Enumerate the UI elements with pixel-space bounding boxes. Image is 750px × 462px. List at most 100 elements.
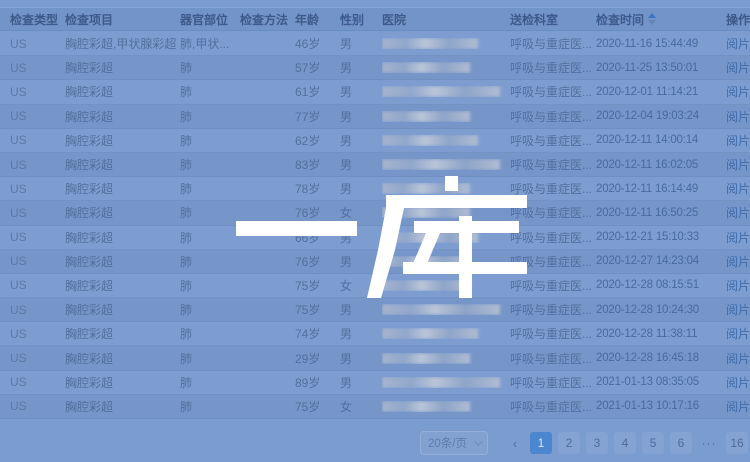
view-images-link[interactable]: 阅片 <box>726 376 750 390</box>
cell-gender: 男 <box>340 180 382 197</box>
cell-exam-time: 2020-12-28 11:38:11 <box>596 328 726 340</box>
cell-department: 呼吸与重症医... <box>510 204 596 221</box>
view-images-link[interactable]: 阅片 <box>726 352 750 366</box>
page-size-select[interactable]: 20条/页 <box>420 431 488 455</box>
cell-hospital-redacted <box>382 232 510 243</box>
view-images-link[interactable]: 阅片 <box>726 400 750 414</box>
cell-action: 阅片 <box>726 325 750 342</box>
cell-gender: 男 <box>340 350 382 367</box>
table-row: US胸腔彩超肺83岁男呼吸与重症医...2020-12-11 16:02:05阅… <box>0 153 750 177</box>
cell-exam-type: US <box>0 37 65 51</box>
page-button-1[interactable]: 1 <box>530 432 552 454</box>
sort-caret-down-icon[interactable] <box>648 20 656 25</box>
cell-exam-type: US <box>0 254 65 268</box>
cell-exam-item: 胸腔彩超 <box>65 108 180 125</box>
cell-exam-type: US <box>0 206 65 220</box>
cell-exam-time: 2020-12-11 16:02:05 <box>596 159 726 171</box>
col-header-method: 检查方法 <box>240 11 295 28</box>
cell-gender: 男 <box>340 35 382 52</box>
view-images-link[interactable]: 阅片 <box>726 37 750 51</box>
redacted-hospital-name <box>382 159 500 170</box>
cell-department: 呼吸与重症医... <box>510 277 596 294</box>
cell-hospital-redacted <box>382 135 510 146</box>
view-images-link[interactable]: 阅片 <box>726 134 750 148</box>
table-row: US胸腔彩超肺74岁男呼吸与重症医...2020-12-28 11:38:11阅… <box>0 322 750 346</box>
table-row: US胸腔彩超肺89岁男呼吸与重症医...2021-01-13 08:35:05阅… <box>0 371 750 395</box>
redacted-hospital-name <box>382 328 478 339</box>
cell-department: 呼吸与重症医... <box>510 350 596 367</box>
view-images-link[interactable]: 阅片 <box>726 255 750 269</box>
view-images-link[interactable]: 阅片 <box>726 110 750 124</box>
page-button-5[interactable]: 5 <box>642 432 664 454</box>
cell-gender: 男 <box>340 156 382 173</box>
chevron-down-icon <box>474 437 482 445</box>
view-images-link[interactable]: 阅片 <box>726 158 750 172</box>
view-images-link[interactable]: 阅片 <box>726 206 750 220</box>
cell-department: 呼吸与重症医... <box>510 180 596 197</box>
table-header: 检查类型 检查项目 器官部位 检查方法 年龄 性别 医院 送检科室 检查时间 操… <box>0 7 750 31</box>
cell-action: 阅片 <box>726 59 750 76</box>
cell-action: 阅片 <box>726 83 750 100</box>
table-row: US胸腔彩超肺78岁男呼吸与重症医...2020-12-11 16:14:49阅… <box>0 177 750 201</box>
cell-gender: 男 <box>340 253 382 270</box>
cell-organ: 肺 <box>180 301 240 318</box>
view-images-link[interactable]: 阅片 <box>726 303 750 317</box>
cell-age: 74岁 <box>295 325 340 342</box>
cell-organ: 肺 <box>180 277 240 294</box>
redacted-hospital-name <box>382 232 478 243</box>
redacted-hospital-name <box>382 353 470 364</box>
cell-age: 57岁 <box>295 59 340 76</box>
sort-carets[interactable] <box>648 13 656 25</box>
cell-exam-item: 胸腔彩超 <box>65 156 180 173</box>
cell-exam-time: 2020-12-11 16:50:25 <box>596 207 726 219</box>
cell-exam-item: 胸腔彩超 <box>65 59 180 76</box>
redacted-hospital-name <box>382 207 470 218</box>
cell-exam-item: 胸腔彩超 <box>65 253 180 270</box>
page-ellipsis[interactable]: ··· <box>698 432 720 454</box>
page-button-6[interactable]: 6 <box>670 432 692 454</box>
cell-hospital-redacted <box>382 159 510 170</box>
cell-hospital-redacted <box>382 328 510 339</box>
cell-action: 阅片 <box>726 350 750 367</box>
cell-age: 76岁 <box>295 204 340 221</box>
cell-age: 75岁 <box>295 277 340 294</box>
page-button-16[interactable]: 16 <box>726 432 748 454</box>
prev-page-button[interactable]: ‹ <box>506 431 524 455</box>
cell-hospital-redacted <box>382 86 510 97</box>
view-images-link[interactable]: 阅片 <box>726 327 750 341</box>
cell-age: 75岁 <box>295 301 340 318</box>
cell-exam-type: US <box>0 182 65 196</box>
cell-gender: 女 <box>340 398 382 415</box>
cell-action: 阅片 <box>726 35 750 52</box>
view-images-link[interactable]: 阅片 <box>726 61 750 75</box>
cell-organ: 肺 <box>180 59 240 76</box>
page-button-3[interactable]: 3 <box>586 432 608 454</box>
col-header-exam-time[interactable]: 检查时间 <box>596 11 726 28</box>
cell-age: 78岁 <box>295 180 340 197</box>
cell-action: 阅片 <box>726 277 750 294</box>
table-row: US胸腔彩超肺29岁男呼吸与重症医...2020-12-28 16:45:18阅… <box>0 346 750 370</box>
table-row: US胸腔彩超肺76岁女呼吸与重症医...2020-12-11 16:50:25阅… <box>0 201 750 225</box>
cell-exam-time: 2021-01-13 08:35:05 <box>596 376 726 388</box>
cell-exam-time: 2020-12-11 16:14:49 <box>596 183 726 195</box>
redacted-hospital-name <box>382 135 478 146</box>
redacted-hospital-name <box>382 38 478 49</box>
cell-age: 77岁 <box>295 108 340 125</box>
col-header-actions: 操作 <box>726 11 750 28</box>
cell-gender: 男 <box>340 132 382 149</box>
cell-gender: 男 <box>340 325 382 342</box>
view-images-link[interactable]: 阅片 <box>726 231 750 245</box>
cell-age: 61岁 <box>295 83 340 100</box>
page-button-4[interactable]: 4 <box>614 432 636 454</box>
redacted-hospital-name <box>382 304 500 315</box>
view-images-link[interactable]: 阅片 <box>726 85 750 99</box>
table-row: US胸腔彩超肺76岁男呼吸与重症医...2020-12-27 14:23:04阅… <box>0 250 750 274</box>
cell-exam-time: 2020-12-01 11:14:21 <box>596 86 726 98</box>
col-header-age: 年龄 <box>295 11 340 28</box>
sort-caret-up-icon[interactable] <box>648 13 656 18</box>
cell-department: 呼吸与重症医... <box>510 108 596 125</box>
view-images-link[interactable]: 阅片 <box>726 279 750 293</box>
view-images-link[interactable]: 阅片 <box>726 182 750 196</box>
cell-age: 62岁 <box>295 132 340 149</box>
page-button-2[interactable]: 2 <box>558 432 580 454</box>
